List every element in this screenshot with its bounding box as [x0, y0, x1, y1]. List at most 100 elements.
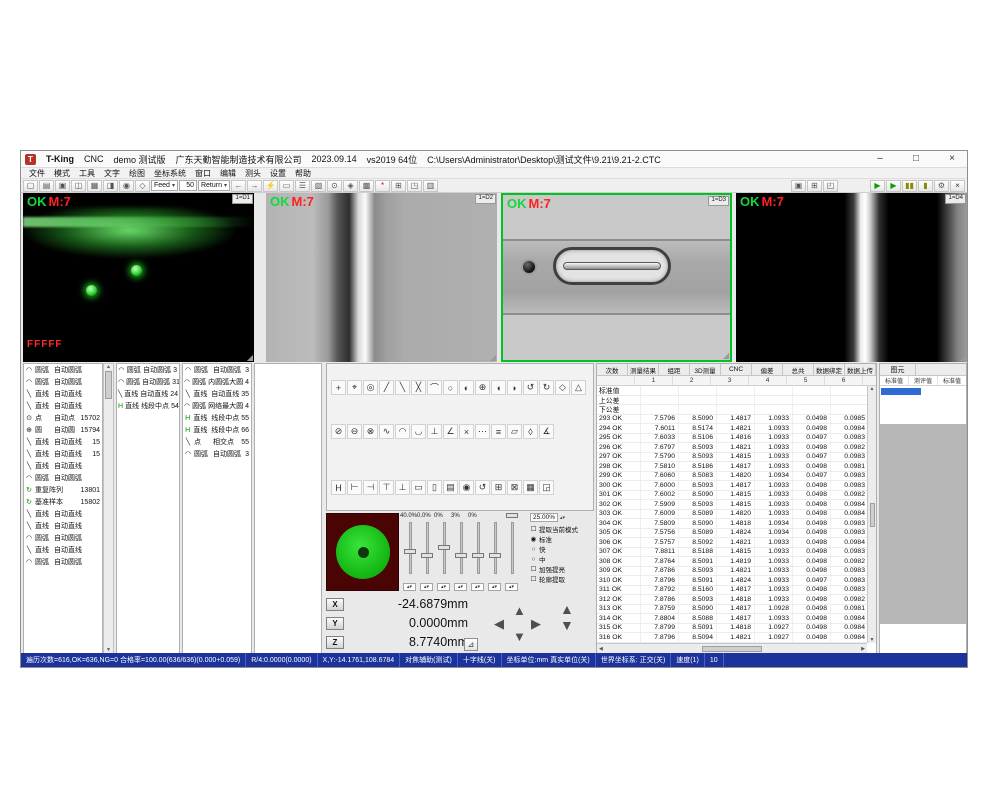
table-tab[interactable]: 次数: [597, 364, 628, 375]
z-down-icon[interactable]: ▼: [560, 618, 574, 632]
palette-tool-icon[interactable]: ▱: [507, 424, 522, 439]
table-row[interactable]: 308 OK 7.8764 8.5091 1.4819 1.0933 0.049…: [597, 557, 876, 567]
jog-left-icon[interactable]: ◀: [494, 617, 504, 630]
palette-tool-icon[interactable]: △: [571, 380, 586, 395]
palette-tool-icon[interactable]: ⋯: [475, 424, 490, 439]
list-item[interactable]: ╲ 直线 自动直线: [24, 388, 102, 400]
list-item[interactable]: ╲ 直线 自动直线: [24, 520, 102, 532]
measure-icon[interactable]: ◇: [135, 180, 150, 192]
panel-icon[interactable]: ⊞: [807, 180, 822, 192]
menu-item[interactable]: 编辑: [216, 168, 240, 179]
palette-tool-icon[interactable]: H: [331, 480, 346, 495]
palette-tool-icon[interactable]: ◲: [539, 480, 554, 495]
z-axis-icon[interactable]: Z: [326, 636, 344, 649]
stop-button-icon[interactable]: ▮: [918, 180, 933, 192]
slider-track[interactable]: [460, 522, 463, 574]
table-row[interactable]: 299 OK 7.6060 8.5083 1.4820 1.0934 0.049…: [597, 472, 876, 482]
palette-tool-icon[interactable]: ∡: [539, 424, 554, 439]
slider-track[interactable]: [426, 522, 429, 574]
y-axis-icon[interactable]: Y: [326, 617, 344, 630]
palette-tool-icon[interactable]: ◡: [411, 424, 426, 439]
angle-tool-button[interactable]: ⊿: [464, 638, 478, 651]
scroll-track[interactable]: [104, 370, 113, 647]
palette-tool-icon[interactable]: ⊕: [475, 380, 490, 395]
palette-tool-icon[interactable]: ◠: [395, 424, 410, 439]
palette-tool-icon[interactable]: ╱: [379, 380, 394, 395]
slider-spinner[interactable]: ▴▾: [471, 583, 484, 591]
statusbar-segment[interactable]: 坐标单位:mm 真实单位(关): [502, 653, 596, 667]
grid-view-icon[interactable]: ▦: [87, 180, 102, 192]
scroll-thumb[interactable]: [702, 646, 762, 652]
palette-tool-icon[interactable]: ⊣: [363, 480, 378, 495]
list-item[interactable]: ◠ 圆弧 自动圆弧 3: [183, 448, 251, 460]
table-horizontal-scrollbar[interactable]: ◀ ▶: [597, 643, 867, 653]
list-item[interactable]: ↻ 基准样本 15802: [24, 496, 102, 508]
minimize-button[interactable]: –: [867, 152, 893, 167]
resize-grip-icon[interactable]: ◢: [960, 354, 966, 362]
palette-tool-icon[interactable]: ⊖: [347, 424, 362, 439]
checkbox-icon[interactable]: ☐: [530, 575, 537, 583]
slider-spinner[interactable]: ▴▾: [505, 583, 518, 591]
palette-tool-icon[interactable]: ↻: [539, 380, 554, 395]
play-all-button-icon[interactable]: ▶: [886, 180, 901, 192]
tile-icon[interactable]: ⊞: [391, 180, 406, 192]
menu-item[interactable]: 工具: [75, 168, 99, 179]
jog-cross-control[interactable]: ◀ ▶ ▲ ▼: [494, 604, 546, 644]
table-tab[interactable]: 3D测量: [690, 364, 721, 375]
table-row[interactable]: 下公差: [597, 405, 876, 415]
statusbar-segment[interactable]: 世界坐标系: 正交(关): [596, 653, 672, 667]
light-slider[interactable]: ▴▾: [505, 513, 519, 591]
list-item[interactable]: ↻ 重复阵列 13801: [24, 484, 102, 496]
list-item[interactable]: ◠ 圆弧 网络最大圆 4: [183, 400, 251, 412]
statusbar-segment[interactable]: X,Y:-14.1761,108.6784: [318, 653, 401, 667]
list-item[interactable]: ╲ 直线 自动直线: [24, 508, 102, 520]
option-row[interactable]: ○ 快: [530, 544, 594, 554]
table-tab[interactable]: 偏差: [752, 364, 783, 375]
menu-item[interactable]: 文件: [25, 168, 49, 179]
option-row[interactable]: ○ 中: [530, 554, 594, 564]
nav-back-icon[interactable]: ←: [231, 180, 246, 192]
selected-cell-highlight[interactable]: [881, 388, 921, 395]
light-slider[interactable]: 0% ▴▾: [471, 513, 485, 591]
table-row[interactable]: 标准值: [597, 386, 876, 396]
slider-spinner[interactable]: ▴▾: [488, 583, 501, 591]
table-row[interactable]: 300 OK 7.6000 8.5093 1.4817 1.0933 0.049…: [597, 481, 876, 491]
slider-track[interactable]: [511, 522, 514, 574]
table-row[interactable]: 314 OK 7.8804 8.5088 1.4817 1.0933 0.049…: [597, 614, 876, 624]
slider-track[interactable]: [477, 522, 480, 574]
feed-combo[interactable]: Feed▾: [151, 180, 178, 191]
list-item[interactable]: ◠ 圆弧 自动圆弧 31: [117, 376, 179, 388]
play-button-icon[interactable]: ▶: [870, 180, 885, 192]
palette-tool-icon[interactable]: ⊥: [427, 424, 442, 439]
jog-right-icon[interactable]: ▶: [531, 617, 541, 630]
menu-item[interactable]: 窗口: [191, 168, 215, 179]
statusbar-segment[interactable]: 遍历次数=616,OK=636,NG=0 合格率=100.00(636/636)…: [21, 653, 246, 667]
list-item[interactable]: ╲ 直线 自动直线: [24, 544, 102, 556]
list-item[interactable]: H 直线 线段中点 55: [183, 412, 251, 424]
palette-tool-icon[interactable]: ▯: [427, 480, 442, 495]
list-item[interactable]: ◠ 圆弧 内圆弧大圆 4: [183, 376, 251, 388]
maximize-button[interactable]: □: [903, 152, 929, 167]
table-tab[interactable]: 总共: [783, 364, 814, 375]
palette-tool-icon[interactable]: ≡: [491, 424, 506, 439]
table-row[interactable]: 297 OK 7.5790 8.5093 1.4815 1.0933 0.049…: [597, 453, 876, 463]
settings-icon[interactable]: ⚙: [934, 180, 949, 192]
table-tab[interactable]: 数据上传: [845, 364, 876, 375]
table-row[interactable]: 296 OK 7.6797 8.5093 1.4821 1.0933 0.049…: [597, 443, 876, 453]
jog-down-icon[interactable]: ▼: [513, 630, 526, 643]
table-row[interactable]: 295 OK 7.6033 8.5106 1.4816 1.0933 0.049…: [597, 434, 876, 444]
palette-tool-icon[interactable]: ∿: [379, 424, 394, 439]
list-item[interactable]: ◠ 圆弧 自动圆弧: [24, 556, 102, 568]
list-item[interactable]: ╲ 直线 自动直线 24: [117, 388, 179, 400]
table-tab[interactable]: 测量结果: [628, 364, 659, 375]
palette-tool-icon[interactable]: ○: [443, 380, 458, 395]
window-icon[interactable]: ◳: [407, 180, 422, 192]
palette-tool-icon[interactable]: ⌒: [427, 380, 442, 395]
report-icon[interactable]: ◫: [71, 180, 86, 192]
palette-tool-icon[interactable]: ⊗: [363, 424, 378, 439]
palette-tool-icon[interactable]: ◉: [459, 480, 474, 495]
slider-handle[interactable]: [506, 513, 518, 518]
slider-track[interactable]: [494, 522, 497, 574]
palette-tool-icon[interactable]: ◎: [363, 380, 378, 395]
pattern-icon[interactable]: ▩: [359, 180, 374, 192]
